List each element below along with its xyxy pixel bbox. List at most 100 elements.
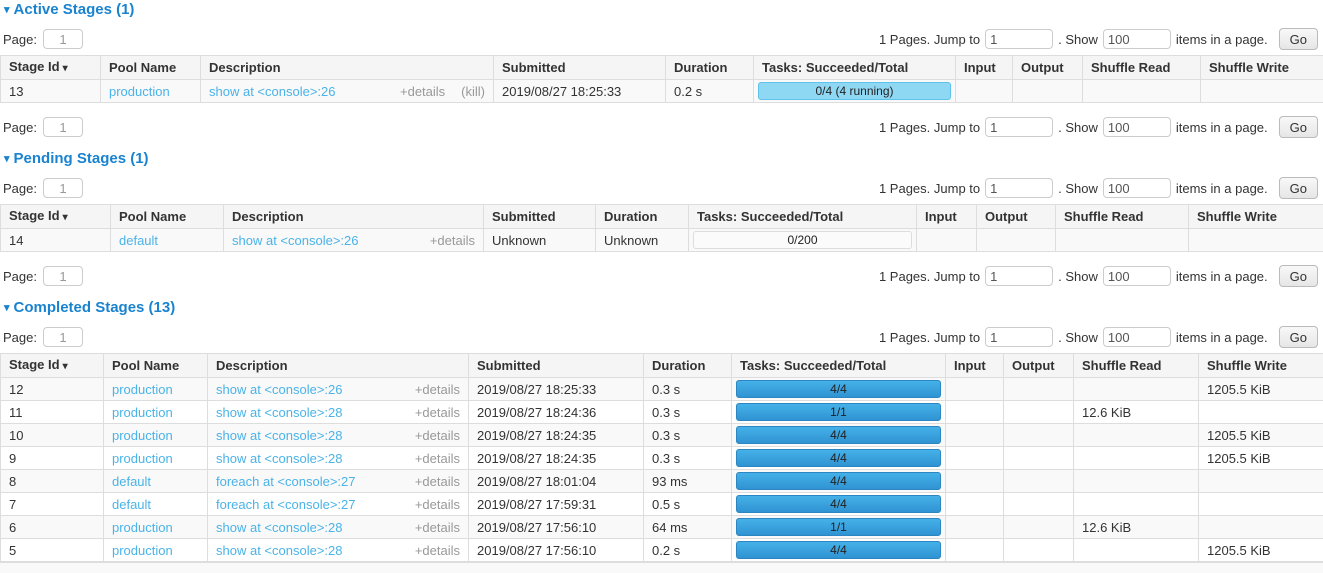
collapse-arrow-icon[interactable]: ▾	[4, 2, 10, 18]
show-count-input[interactable]	[1103, 327, 1171, 347]
pool-cell: production	[104, 539, 208, 562]
kill-link[interactable]: (kill)	[461, 84, 485, 99]
column-description[interactable]: Description	[201, 56, 494, 80]
description-link[interactable]: foreach at <console>:27	[216, 497, 407, 512]
tasks-progress-bar: 4/4	[736, 449, 941, 467]
column-shuffle-read[interactable]: Shuffle Read	[1083, 56, 1201, 80]
column-input[interactable]: Input	[956, 56, 1013, 80]
show-count-input[interactable]	[1103, 29, 1171, 49]
page-number-input[interactable]	[43, 29, 83, 49]
jump-to-input[interactable]	[985, 266, 1053, 286]
pool-name-link[interactable]: default	[112, 497, 151, 512]
column-output[interactable]: Output	[1004, 354, 1074, 378]
column-tasks[interactable]: Tasks: Succeeded/Total	[689, 205, 917, 229]
completed-stages-heading[interactable]: ▾Completed Stages (13)	[4, 300, 1323, 316]
column-description[interactable]: Description	[208, 354, 469, 378]
column-tasks[interactable]: Tasks: Succeeded/Total	[754, 56, 956, 80]
page-number-input[interactable]	[43, 178, 83, 198]
details-toggle[interactable]: +details	[415, 520, 460, 535]
details-toggle[interactable]: +details	[415, 474, 460, 489]
pending-stages-heading[interactable]: ▾Pending Stages (1)	[4, 151, 1323, 167]
column-duration[interactable]: Duration	[644, 354, 732, 378]
section-title-text: Active Stages (1)	[14, 1, 135, 18]
description-link[interactable]: show at <console>:28	[216, 428, 407, 443]
description-link[interactable]: show at <console>:28	[216, 520, 407, 535]
column-shuffle-write[interactable]: Shuffle Write	[1199, 354, 1323, 378]
pool-name-link[interactable]: default	[112, 474, 151, 489]
description-link[interactable]: show at <console>:26	[232, 233, 422, 248]
description-link[interactable]: show at <console>:28	[216, 405, 407, 420]
page-indicator: Page:	[3, 117, 83, 137]
description-link[interactable]: foreach at <console>:27	[216, 474, 407, 489]
pool-name-link[interactable]: production	[112, 520, 173, 535]
shuffle-read-cell	[1074, 539, 1199, 562]
show-count-input[interactable]	[1103, 117, 1171, 137]
pool-name-link[interactable]: production	[112, 451, 173, 466]
column-output[interactable]: Output	[977, 205, 1056, 229]
details-toggle[interactable]: +details	[430, 233, 475, 248]
column-submitted[interactable]: Submitted	[494, 56, 666, 80]
go-button[interactable]: Go	[1279, 177, 1318, 199]
table-row: 6productionshow at <console>:28+details2…	[1, 516, 1323, 539]
column-submitted[interactable]: Submitted	[484, 205, 596, 229]
page-number-input[interactable]	[43, 266, 83, 286]
column-pool-name[interactable]: Pool Name	[104, 354, 208, 378]
column-pool-name[interactable]: Pool Name	[111, 205, 224, 229]
details-toggle[interactable]: +details	[415, 451, 460, 466]
details-toggle[interactable]: +details	[415, 405, 460, 420]
column-input[interactable]: Input	[946, 354, 1004, 378]
collapse-arrow-icon[interactable]: ▾	[4, 300, 10, 316]
column-input[interactable]: Input	[917, 205, 977, 229]
details-toggle[interactable]: +details	[415, 382, 460, 397]
pool-name-link[interactable]: production	[112, 543, 173, 558]
input-cell	[946, 539, 1004, 562]
column-shuffle-write[interactable]: Shuffle Write	[1189, 205, 1323, 229]
pool-name-link[interactable]: production	[112, 405, 173, 420]
go-button[interactable]: Go	[1279, 326, 1318, 348]
page-number-input[interactable]	[43, 117, 83, 137]
description-link[interactable]: show at <console>:28	[216, 451, 407, 466]
details-toggle[interactable]: +details	[415, 543, 460, 558]
column-pool-name[interactable]: Pool Name	[101, 56, 201, 80]
table-row: 7defaultforeach at <console>:27+details2…	[1, 493, 1323, 516]
output-cell	[1013, 80, 1083, 103]
active-stages-heading[interactable]: ▾Active Stages (1)	[4, 2, 1323, 18]
column-duration[interactable]: Duration	[596, 205, 689, 229]
description-link[interactable]: show at <console>:26	[209, 84, 392, 99]
column-stage-id[interactable]: Stage Id▾	[1, 354, 104, 378]
submitted-cell: 2019/08/27 18:25:33	[494, 80, 666, 103]
show-count-input[interactable]	[1103, 266, 1171, 286]
pool-name-link[interactable]: production	[109, 84, 170, 99]
column-tasks[interactable]: Tasks: Succeeded/Total	[732, 354, 946, 378]
column-submitted[interactable]: Submitted	[469, 354, 644, 378]
description-link[interactable]: show at <console>:28	[216, 543, 407, 558]
page-number-input[interactable]	[43, 327, 83, 347]
description-link[interactable]: show at <console>:26	[216, 382, 407, 397]
column-shuffle-read[interactable]: Shuffle Read	[1056, 205, 1189, 229]
pool-name-link[interactable]: production	[112, 428, 173, 443]
column-duration[interactable]: Duration	[666, 56, 754, 80]
pool-name-link[interactable]: production	[112, 382, 173, 397]
jump-to-input[interactable]	[985, 178, 1053, 198]
jump-to-input[interactable]	[985, 29, 1053, 49]
shuffle-read-cell	[1083, 80, 1201, 103]
column-stage-id[interactable]: Stage Id▾	[1, 205, 111, 229]
column-output[interactable]: Output	[1013, 56, 1083, 80]
go-button[interactable]: Go	[1279, 265, 1318, 287]
jump-to-input[interactable]	[985, 117, 1053, 137]
go-button[interactable]: Go	[1279, 28, 1318, 50]
column-shuffle-read[interactable]: Shuffle Read	[1074, 354, 1199, 378]
show-count-input[interactable]	[1103, 178, 1171, 198]
pool-name-link[interactable]: default	[119, 233, 158, 248]
column-stage-id[interactable]: Stage Id▾	[1, 56, 101, 80]
description-wrap: show at <console>:26 +details	[216, 382, 460, 397]
column-description[interactable]: Description	[224, 205, 484, 229]
details-toggle[interactable]: +details	[415, 497, 460, 512]
collapse-arrow-icon[interactable]: ▾	[4, 151, 10, 167]
column-shuffle-write[interactable]: Shuffle Write	[1201, 56, 1323, 80]
details-toggle[interactable]: +details	[415, 428, 460, 443]
jump-to-input[interactable]	[985, 327, 1053, 347]
go-button[interactable]: Go	[1279, 116, 1318, 138]
details-toggle[interactable]: +details	[400, 84, 445, 99]
description-wrap: show at <console>:28 +details	[216, 451, 460, 466]
